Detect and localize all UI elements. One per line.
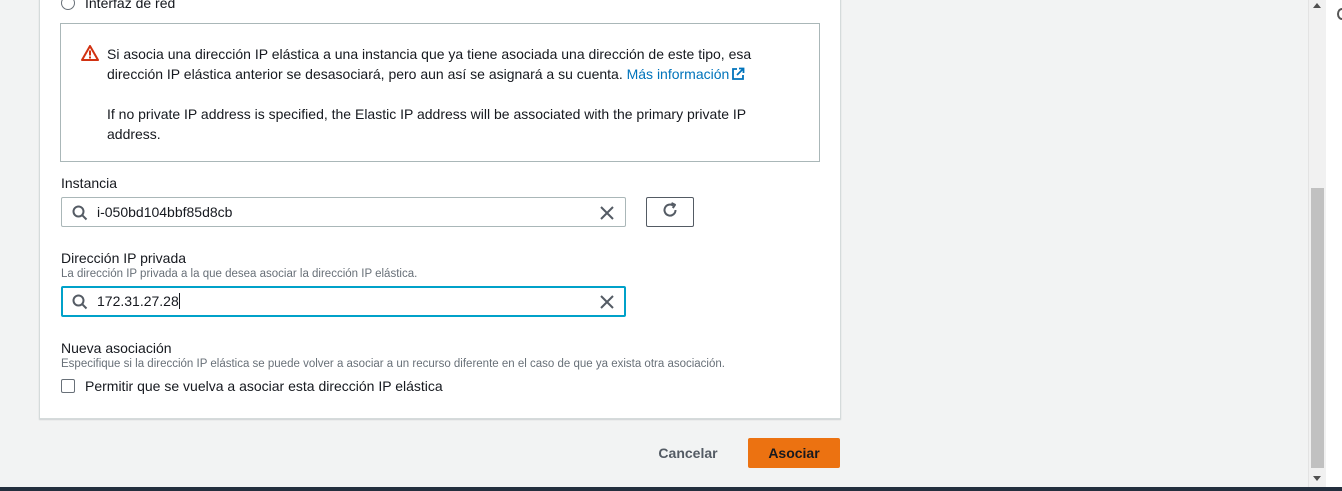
instance-label: Instancia (61, 175, 118, 191)
close-icon[interactable] (599, 294, 615, 315)
warning-icon (81, 45, 99, 61)
alert-message: Si asocia una dirección IP elástica a un… (107, 44, 787, 86)
radio-label: Interfaz de red (85, 0, 176, 11)
cancel-button[interactable]: Cancelar (646, 438, 730, 468)
close-icon[interactable] (599, 205, 615, 226)
association-form-panel: Interfaz de red Si asocia una dirección … (39, 0, 841, 419)
refresh-icon (661, 201, 679, 224)
search-icon (72, 205, 88, 226)
scroll-up-arrow-icon[interactable] (1313, 3, 1321, 8)
right-edge-strip (1326, 0, 1342, 487)
partial-icon (1337, 8, 1342, 20)
radio-button[interactable] (61, 0, 75, 10)
alert-secondary-message: If no private IP address is specified, t… (107, 106, 746, 142)
allow-reassociation-checkbox[interactable] (61, 379, 75, 393)
vertical-scrollbar[interactable] (1308, 0, 1326, 487)
reassociation-description: Especifique si la dirección IP elástica … (61, 358, 725, 370)
scroll-down-arrow-icon[interactable] (1313, 476, 1321, 481)
private-ip-description: La dirección IP privada a la que desea a… (61, 268, 418, 280)
instance-search-input[interactable]: i-050bd104bbf85d8cb (61, 197, 626, 227)
radio-network-interface[interactable]: Interfaz de red (61, 0, 175, 11)
text-caret (178, 293, 180, 309)
private-ip-label: Dirección IP privada (61, 250, 187, 266)
learn-more-label: Más información (626, 66, 730, 82)
search-icon (72, 294, 88, 315)
refresh-button[interactable] (646, 197, 694, 227)
private-ip-value-wrapper: 172.31.27.28 (97, 293, 180, 309)
associate-button[interactable]: Asociar (748, 438, 840, 468)
private-ip-search-input[interactable]: 172.31.27.28 (61, 286, 626, 317)
warning-alert: Si asocia una dirección IP elástica a un… (60, 23, 820, 162)
allow-reassociation-option[interactable]: Permitir que se vuelva a asociar esta di… (61, 378, 443, 394)
scrollbar-thumb[interactable] (1311, 188, 1324, 468)
reassociation-label: Nueva asociación (61, 340, 172, 356)
allow-reassociation-label: Permitir que se vuelva a asociar esta di… (85, 378, 443, 394)
bottom-edge-bar (0, 487, 1342, 491)
external-link-icon (731, 66, 745, 86)
learn-more-link[interactable]: Más información (627, 66, 746, 82)
instance-value: i-050bd104bbf85d8cb (97, 204, 233, 220)
private-ip-value: 172.31.27.28 (97, 293, 179, 309)
